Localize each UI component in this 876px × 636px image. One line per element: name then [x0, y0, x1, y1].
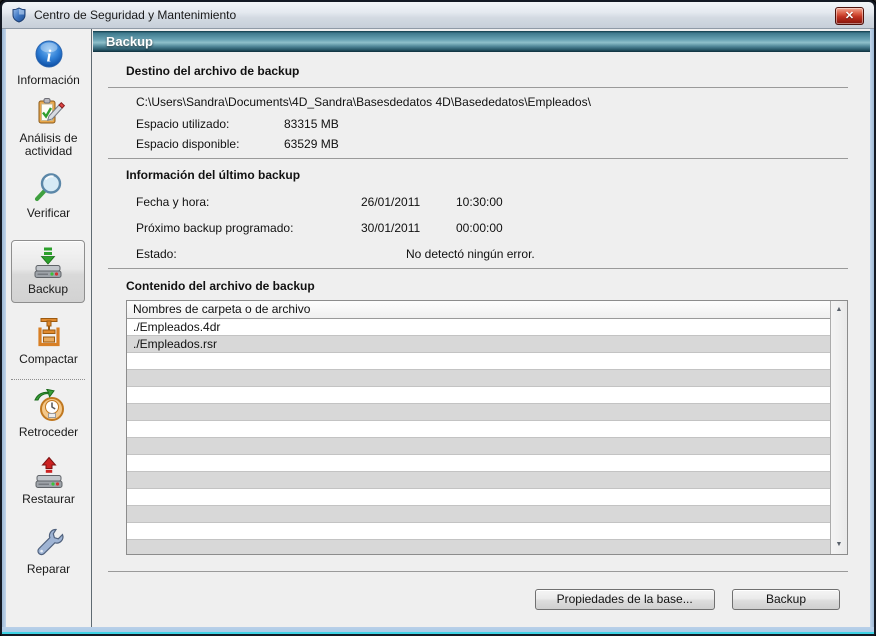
divider [108, 158, 848, 159]
divider [108, 268, 848, 269]
rollback-icon [32, 389, 66, 423]
database-properties-button[interactable]: Propiedades de la base... [535, 589, 715, 610]
sidebar-item-reparar[interactable]: Reparar [6, 526, 91, 576]
backup-button[interactable]: Backup [732, 589, 840, 610]
sidebar-item-label: Retroceder [6, 426, 91, 439]
vertical-scrollbar[interactable]: ▲ ▼ [830, 301, 847, 554]
close-button[interactable]: ✕ [835, 7, 864, 25]
list-item-file[interactable]: ./Empleados.rsr [127, 336, 847, 353]
next-backup-label: Próximo backup programado: [136, 221, 361, 236]
app-area: i Información Análisis de actividad [6, 29, 870, 627]
main-panel: Backup Destino del archivo de backup C:\… [93, 29, 870, 627]
sidebar-item-label: Información [6, 74, 91, 87]
list-item-empty[interactable] [127, 353, 847, 370]
sidebar-separator [11, 379, 85, 380]
backup-icon [31, 246, 65, 280]
window-frame-right [870, 29, 874, 627]
list-item-empty[interactable] [127, 455, 847, 472]
space-free-value: 63529 MB [284, 137, 870, 152]
sidebar-item-restaurar[interactable]: Restaurar [6, 456, 91, 506]
sidebar-item-compactar[interactable]: Compactar [6, 316, 91, 366]
divider [108, 87, 848, 88]
space-used-value: 83315 MB [284, 117, 870, 132]
sidebar-item-retroceder[interactable]: Retroceder [6, 389, 91, 439]
next-backup-row: Próximo backup programado: 30/01/2011 00… [136, 221, 870, 236]
sidebar: i Información Análisis de actividad [6, 29, 92, 627]
space-used-label: Espacio utilizado: [136, 117, 284, 132]
close-icon: ✕ [845, 10, 854, 22]
last-backup-label: Fecha y hora: [136, 195, 361, 210]
space-free-label: Espacio disponible: [136, 137, 284, 152]
list-item-empty[interactable] [127, 387, 847, 404]
list-item-file[interactable]: ./Empleados.4dr [127, 319, 847, 336]
space-used-row: Espacio utilizado: 83315 MB [136, 117, 870, 132]
backup-destination-path: C:\Users\Sandra\Documents\4D_Sandra\Base… [136, 95, 848, 110]
sidebar-item-verificar[interactable]: Verificar [6, 170, 91, 220]
divider [108, 571, 848, 572]
list-item-empty[interactable] [127, 540, 847, 555]
next-backup-date: 30/01/2011 [361, 221, 456, 236]
last-backup-date: 26/01/2011 [361, 195, 456, 210]
sidebar-item-label: Compactar [6, 353, 91, 366]
list-item-empty[interactable] [127, 404, 847, 421]
app-window: Centro de Seguridad y Mantenimiento ✕ i … [0, 0, 876, 636]
status-row: Estado: No detectó ningún error. [136, 247, 870, 262]
backup-content: Destino del archivo de backup C:\Users\S… [93, 52, 870, 627]
list-item-empty[interactable] [127, 438, 847, 455]
status-value: No detectó ningún error. [406, 247, 870, 262]
list-item-empty[interactable] [127, 472, 847, 489]
sidebar-item-label: Análisis de actividad [10, 132, 88, 158]
section-title-ultimo-backup: Información del último backup [126, 168, 870, 183]
window-frame-bottom [2, 627, 874, 634]
scroll-down-icon[interactable]: ▼ [831, 537, 847, 553]
list-item-empty[interactable] [127, 523, 847, 540]
svg-text:i: i [46, 47, 51, 66]
backup-content-list: Nombres de carpeta o de archivo ./Emplea… [126, 300, 848, 555]
verify-icon [32, 170, 66, 204]
scroll-up-icon[interactable]: ▲ [831, 302, 847, 318]
compact-icon [32, 316, 66, 350]
sidebar-item-label: Backup [12, 283, 84, 296]
space-free-row: Espacio disponible: 63529 MB [136, 137, 870, 152]
list-column-header[interactable]: Nombres de carpeta o de archivo [127, 301, 847, 319]
window-title: Centro de Seguridad y Mantenimiento [34, 8, 236, 22]
repair-icon [32, 526, 66, 560]
list-item-empty[interactable] [127, 506, 847, 523]
sidebar-item-label: Reparar [6, 563, 91, 576]
section-title-contenido: Contenido del archivo de backup [126, 279, 870, 294]
next-backup-time: 00:00:00 [456, 221, 870, 236]
section-title-destino: Destino del archivo de backup [126, 64, 870, 79]
last-backup-time: 10:30:00 [456, 195, 870, 210]
sidebar-item-backup[interactable]: Backup [11, 240, 85, 303]
titlebar: Centro de Seguridad y Mantenimiento ✕ [2, 2, 874, 29]
sidebar-item-label: Verificar [6, 207, 91, 220]
info-icon: i [32, 37, 66, 71]
shield-icon [11, 7, 27, 23]
sidebar-item-label: Restaurar [6, 493, 91, 506]
status-label: Estado: [136, 247, 406, 262]
sidebar-item-informacion[interactable]: i Información [6, 37, 91, 87]
page-title: Backup [93, 31, 870, 52]
list-item-empty[interactable] [127, 370, 847, 387]
list-item-empty[interactable] [127, 489, 847, 506]
list-item-empty[interactable] [127, 421, 847, 438]
sidebar-item-analisis[interactable]: Análisis de actividad [6, 95, 91, 158]
action-button-row: Propiedades de la base... Backup [93, 589, 870, 610]
last-backup-datetime-row: Fecha y hora: 26/01/2011 10:30:00 [136, 195, 870, 210]
restore-icon [32, 456, 66, 490]
activity-analysis-icon [32, 95, 66, 129]
